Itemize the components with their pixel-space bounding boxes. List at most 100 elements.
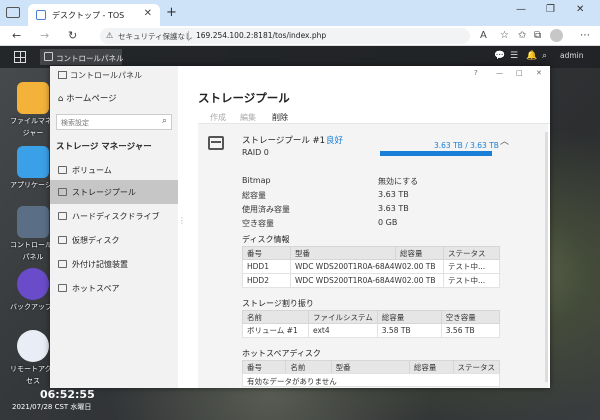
tab-actions-icon[interactable] [6, 7, 20, 18]
edit-button[interactable]: 編集 [240, 112, 256, 123]
sidebar-splitter[interactable]: ⋮ [178, 216, 186, 230]
backup-clock-icon [17, 268, 49, 300]
hard-disk-icon [58, 212, 67, 220]
storage-pool-icon [58, 188, 67, 196]
search-placeholder: 検索設定 [61, 119, 89, 127]
profile-avatar[interactable] [550, 29, 563, 42]
detail-label: Bitmap [242, 176, 271, 185]
table-header: 番号 [242, 246, 291, 260]
address-toolbar: ← → ↻ ⚠ セキュリティ保護なし 169.254.100.2:8181/to… [0, 26, 600, 46]
search-icon[interactable]: ⌕ [162, 116, 167, 126]
table-row[interactable]: HDD1 WDC WDS200T1R0A-68A4W02.00 TB テスト中.… [242, 259, 500, 274]
table-header: 名前 [285, 360, 332, 374]
sidebar-item-virtual-disk[interactable]: 仮想ディスク [50, 228, 178, 252]
capacity-bar [380, 151, 492, 156]
table-header: 型番 [330, 360, 410, 374]
window-minimize-button[interactable]: — [516, 4, 526, 15]
help-button[interactable]: ? [474, 69, 478, 77]
section-heading: ストレージ マネージャー [56, 142, 152, 152]
table-row[interactable]: ボリューム #1 ext4 3.58 TB 3.56 TB [242, 323, 501, 338]
chevron-up-icon[interactable]: ︿ [500, 134, 509, 147]
detail-value: 無効にする [378, 177, 419, 186]
forward-arrow-icon[interactable]: → [40, 29, 49, 42]
url-text[interactable]: 169.254.100.2:8181/tos/index.php [196, 31, 326, 40]
taskbar-app-control-panel[interactable]: コントロールパネル [40, 49, 124, 65]
control-panel-icon [44, 52, 53, 61]
close-button[interactable]: ✕ [536, 69, 542, 77]
layers-icon[interactable]: ☰ [510, 51, 518, 61]
control-panel-window: コントロールパネル ⌂ ホームページ 検索設定 ⌕ ストレージ マネージャー ボ… [50, 66, 550, 388]
status-badge: 良好 [326, 136, 344, 146]
table-header-row: 番号 名前 型番 総容量 ステータス [241, 360, 500, 374]
minimize-button[interactable]: — [496, 69, 503, 77]
table-header: ステータス [443, 246, 500, 260]
empty-message: 有効なデータがありません [242, 373, 500, 387]
table-cell: WDC WDS200T1R0A-68A4W02.00 TB [290, 259, 444, 274]
table-header: 総容量 [408, 360, 454, 374]
volume-icon [58, 166, 67, 174]
security-warning[interactable]: セキュリティ保護なし [118, 31, 193, 42]
taskbar-app-label: コントロールパネル [56, 54, 124, 63]
scrollbar[interactable] [545, 132, 548, 382]
detail-label: 総容量 [242, 191, 266, 200]
address-bar[interactable]: ⚠ セキュリティ保護なし 169.254.100.2:8181/tos/inde… [100, 28, 470, 44]
back-arrow-icon[interactable]: ← [12, 29, 21, 42]
reading-mode-icon[interactable]: A [480, 30, 487, 41]
detail-value: 3.63 TB [378, 190, 409, 199]
favorites-icon[interactable]: ✩ [518, 30, 526, 41]
detail-label: 空き容量 [242, 219, 274, 228]
capacity-text: 3.63 TB / 3.63 TB [434, 141, 499, 150]
table-cell: HDD2 [242, 273, 291, 288]
maximize-button[interactable]: □ [516, 69, 523, 77]
new-tab-button[interactable]: + [166, 5, 177, 20]
search-input[interactable]: 検索設定 ⌕ [56, 114, 172, 130]
start-menu-icon[interactable] [14, 51, 26, 63]
folder-icon [17, 82, 49, 114]
collections-icon[interactable]: ⧉ [534, 30, 541, 41]
favorite-star-icon[interactable]: ☆ [500, 30, 509, 41]
sidebar-item-storage-pool[interactable]: ストレージプール [50, 180, 178, 204]
browser-tab[interactable]: デスクトップ - TOS ✕ [28, 4, 160, 26]
remote-access-icon [17, 330, 49, 362]
table-header-row: 番号 型番 総容量 ステータス [242, 246, 500, 260]
user-name[interactable]: admin [560, 51, 584, 60]
url-separator [188, 31, 189, 41]
control-panel-icon [58, 71, 67, 79]
virtual-disk-icon [58, 236, 67, 244]
allocation-table: 名前 ファイルシステム 総容量 空き容量 ボリューム #1 ext4 3.58 … [242, 310, 501, 338]
tab-close-button[interactable]: ✕ [144, 8, 152, 19]
sidebar-item-label: ハードディスクドライブ [72, 212, 160, 221]
sidebar-item-volume[interactable]: ボリューム [50, 158, 178, 182]
sidebar-item-hard-disk[interactable]: ハードディスクドライブ [50, 204, 178, 228]
more-icon[interactable]: ⋯ [580, 30, 590, 41]
window-close-button[interactable]: ✕ [576, 4, 584, 15]
sidebar-item-label: 仮想ディスク [72, 236, 120, 245]
storage-pool-card: ストレージプール #1 良好 RAID 0 3.63 TB / 3.63 TB … [198, 124, 548, 388]
sidebar-item-label: ストレージプール [72, 188, 136, 197]
capacity-bar-fill [380, 151, 492, 156]
tab-favicon-icon [36, 10, 46, 20]
table-cell: 3.58 TB [376, 323, 442, 338]
notification-icon[interactable]: 🔔 [526, 51, 537, 61]
table-cell: WDC WDS200T1R0A-68A4W02.00 TB [290, 273, 444, 288]
delete-button[interactable]: 削除 [272, 112, 288, 123]
detail-label: 使用済み容量 [242, 205, 290, 214]
window-restore-button[interactable]: ❐ [546, 4, 555, 15]
window-title-text: コントロールパネル [70, 71, 142, 80]
pool-name: ストレージプール #1 [242, 136, 326, 146]
app-center-icon [17, 146, 49, 178]
search-icon[interactable]: ⌕ [542, 51, 547, 61]
table-header: 総容量 [376, 310, 442, 324]
desktop-date: 2021/07/28 CST 水曜日 [12, 403, 92, 411]
create-button[interactable]: 作成 [210, 112, 226, 123]
hot-spare-icon [58, 284, 67, 292]
sidebar-item-home[interactable]: ⌂ ホームページ [58, 92, 117, 104]
message-icon[interactable]: 💬 [494, 51, 505, 61]
sidebar-item-hot-spare[interactable]: ホットスペア [50, 276, 178, 300]
reload-icon[interactable]: ↻ [68, 29, 77, 42]
tab-title: デスクトップ - TOS [52, 11, 125, 20]
warning-icon[interactable]: ⚠ [106, 31, 113, 40]
table-row[interactable]: HDD2 WDC WDS200T1R0A-68A4W02.00 TB テスト中.… [242, 273, 500, 288]
sidebar-item-external-storage[interactable]: 外付け記憶装置 [50, 252, 178, 276]
tos-topbar: コントロールパネル 💬 ☰ 🔔 ⌕ admin [0, 46, 600, 68]
